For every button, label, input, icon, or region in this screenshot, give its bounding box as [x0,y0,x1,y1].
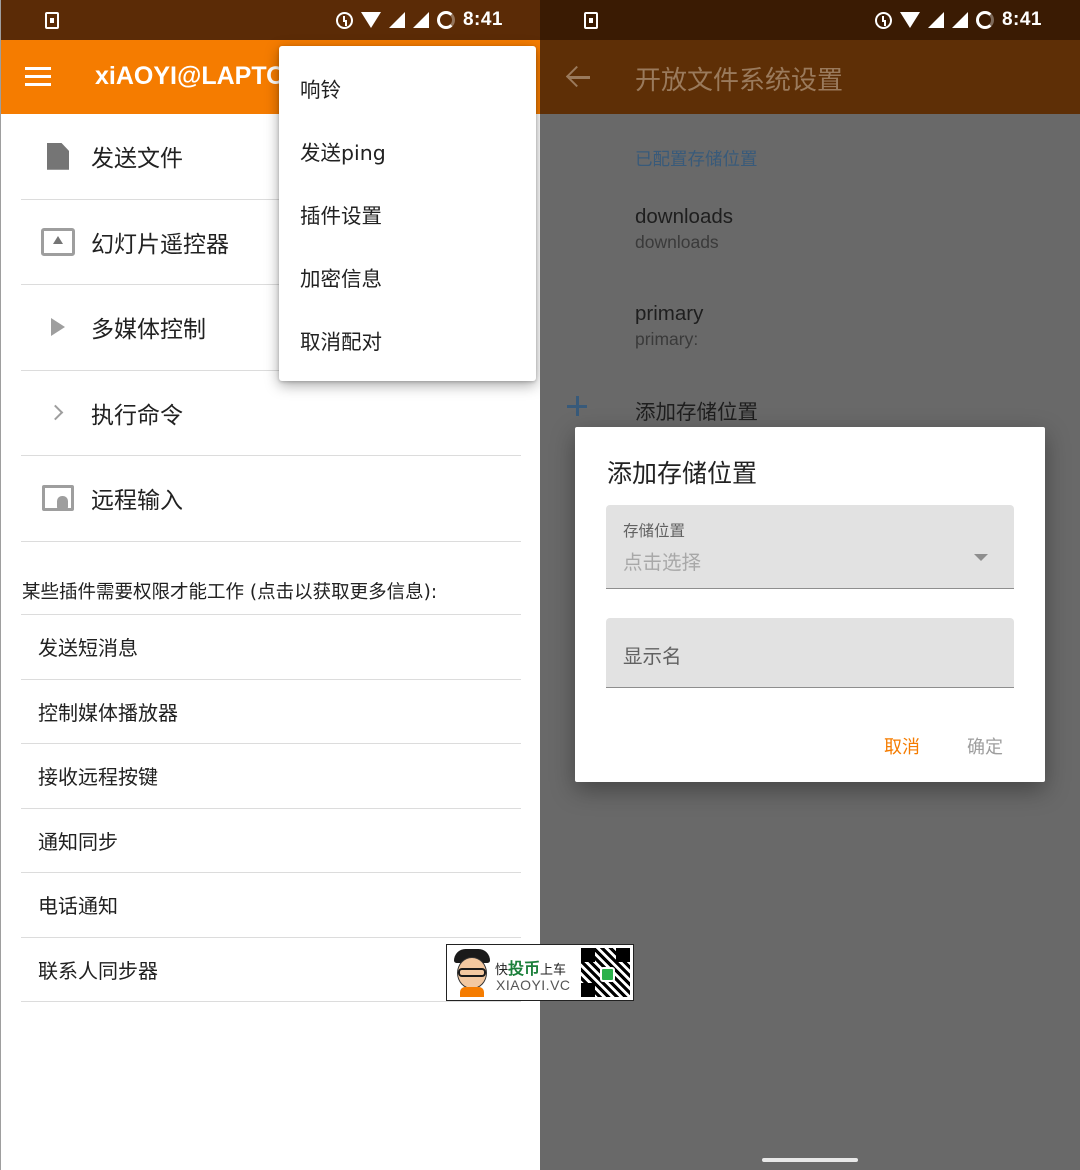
storage-location-dropdown[interactable]: 存储位置 点击选择 [606,505,1014,589]
watermark-site: XIAOYI.VC [496,977,571,993]
watermark-logo: 快投币上车 XIAOYI.VC [446,944,634,1001]
plugin-label: 执行命令 [91,402,183,429]
battery-icon [975,11,994,29]
field-caption: 存储位置 [623,522,686,540]
wifi-icon [360,12,381,28]
plugin-run-command[interactable]: 执行命令 [21,371,521,456]
storage-item-downloads[interactable]: downloads downloads [635,205,733,253]
signal-icon [927,12,944,28]
sim-icon [584,12,598,29]
storage-path: downloads [635,232,719,252]
confirm-button[interactable]: 确定 [967,733,1003,759]
cancel-button[interactable]: 取消 [884,733,920,759]
overflow-menu: 响铃 发送ping 插件设置 加密信息 取消配对 [279,46,536,381]
page-title: 开放文件系统设置 [635,66,844,96]
plugin-label: 远程输入 [91,488,183,515]
battery-icon [436,11,455,29]
permission-plugin-item[interactable]: 接收远程按键 [21,744,521,809]
field-value: 点击选择 [623,551,702,574]
watermark-brand: 快投币上车 [495,959,567,978]
signal-icon-2 [951,12,968,28]
play-icon [41,310,75,344]
plugin-label: 多媒体控制 [91,317,206,344]
back-arrow-icon[interactable] [566,66,590,88]
storage-name: primary [635,302,704,325]
touchpad-icon [41,481,75,515]
status-bar: 8:41 [1,0,540,40]
dropdown-arrow-icon [974,554,988,561]
plus-icon[interactable] [567,396,587,416]
file-icon [41,139,75,173]
status-bar: 8:41 [540,0,1080,40]
menu-item-unpair[interactable]: 取消配对 [279,308,536,371]
sim-icon [45,12,59,29]
status-icons: 8:41 [335,0,503,40]
dialog-title: 添加存储位置 [607,459,758,488]
menu-item-send-ping[interactable]: 发送ping [279,119,536,182]
plugin-label: 幻灯片遥控器 [91,231,229,258]
qr-code-icon [581,948,630,997]
wifi-icon [899,12,920,28]
signal-icon-2 [412,12,429,28]
mascot-icon [452,949,492,997]
plugin-label: 发送文件 [91,146,183,173]
permission-plugin-item[interactable]: 控制媒体播放器 [21,680,521,744]
clock: 8:41 [462,9,503,30]
storage-name: downloads [635,205,734,228]
clock: 8:41 [1001,9,1042,30]
alarm-icon [335,11,353,29]
status-icons: 8:41 [874,0,1042,40]
storage-item-primary[interactable]: primary primary: [635,302,703,350]
chevron-right-icon [41,396,75,430]
menu-item-plugin-settings[interactable]: 插件设置 [279,182,536,245]
device-title: xiAOYI@LAPTO [95,62,286,90]
menu-item-encryption-info[interactable]: 加密信息 [279,245,536,308]
section-header: 已配置存储位置 [635,150,758,170]
add-storage-location[interactable]: 添加存储位置 [635,395,758,425]
menu-item-ring[interactable]: 响铃 [279,56,536,119]
home-indicator[interactable] [762,1158,858,1162]
permission-note: 某些插件需要权限才能工作 (点击以获取更多信息): [22,582,438,603]
app-bar: 开放文件系统设置 [540,40,1080,114]
permission-plugin-item[interactable]: 发送短消息 [21,615,521,680]
permission-plugin-item[interactable]: 通知同步 [21,809,521,873]
storage-path: primary: [635,329,699,349]
display-name-field[interactable]: 显示名 [606,618,1014,688]
plugin-remote-input[interactable]: 远程输入 [21,456,521,542]
presentation-icon [41,225,75,259]
field-placeholder: 显示名 [623,645,682,668]
permission-plugin-item[interactable]: 电话通知 [21,873,521,938]
alarm-icon [874,11,892,29]
menu-icon[interactable] [25,67,51,87]
add-storage-dialog: 添加存储位置 存储位置 点击选择 显示名 取消 确定 [575,427,1045,782]
signal-icon [388,12,405,28]
